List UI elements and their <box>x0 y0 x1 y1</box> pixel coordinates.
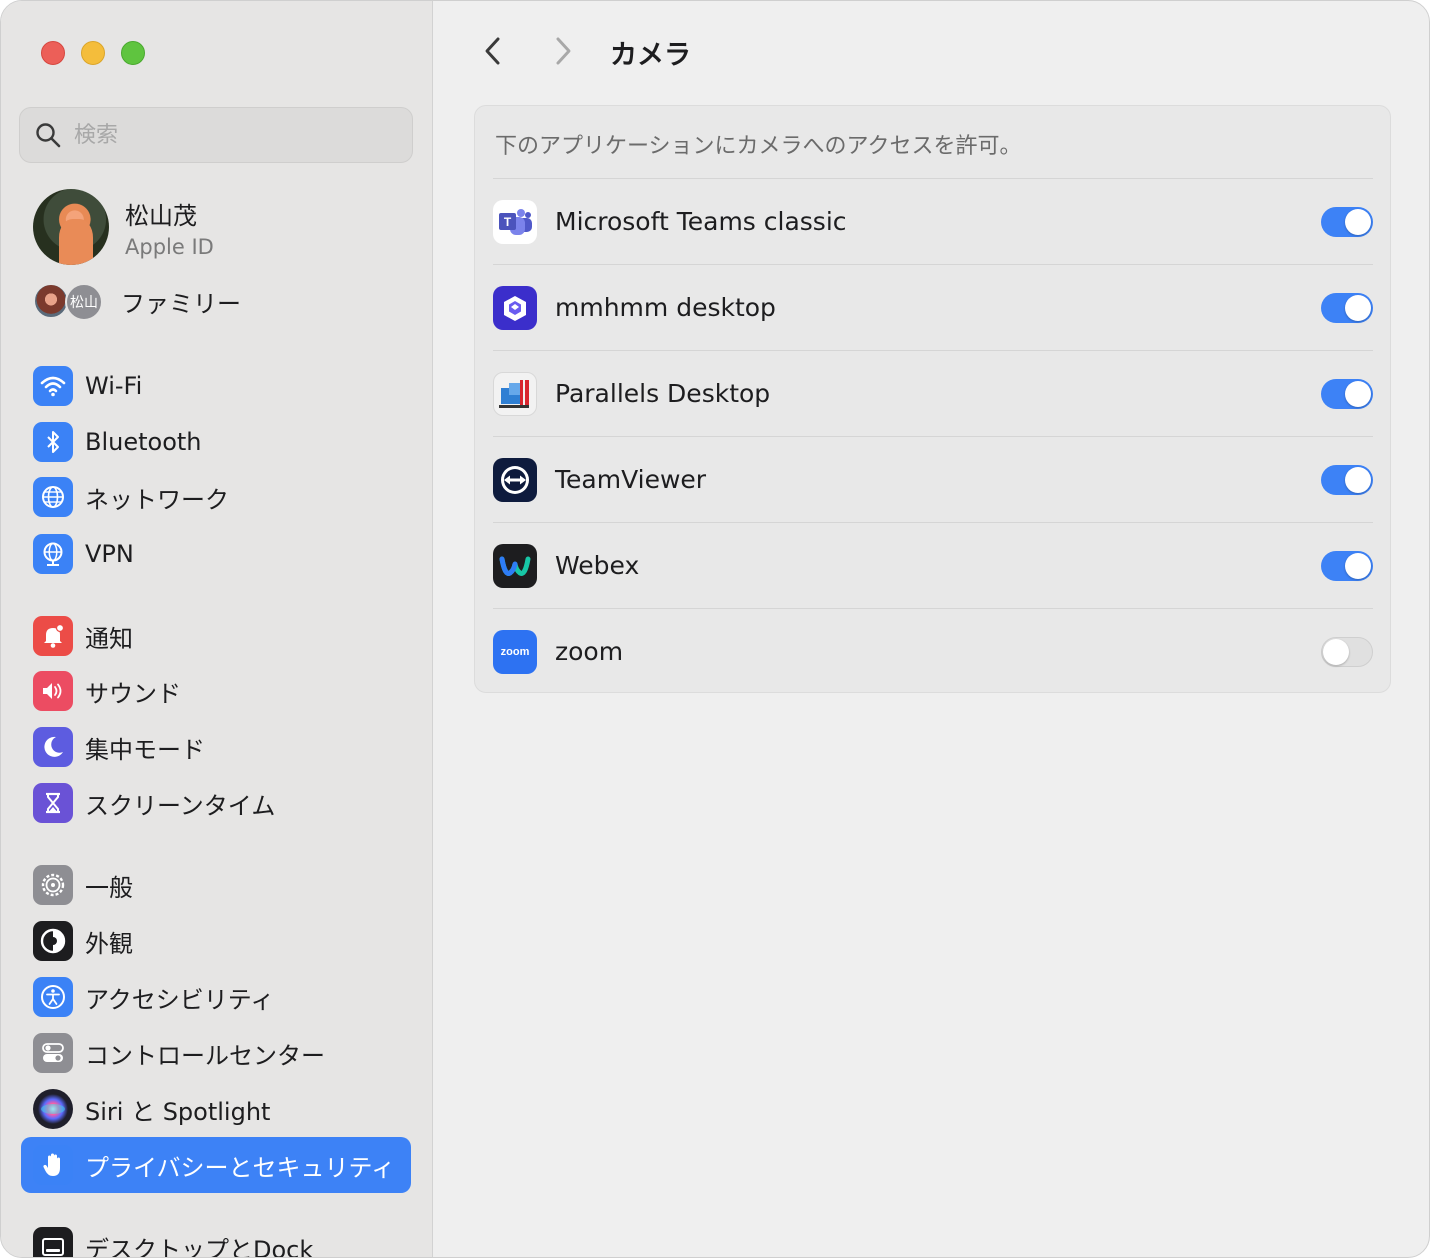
list-item: mmhmm desktop <box>493 264 1373 350</box>
sidebar-item-label: コントロールセンター <box>85 1041 325 1070</box>
back-chevron-icon[interactable] <box>478 31 508 71</box>
sidebar-item-appearance[interactable]: 外観 <box>21 913 411 969</box>
apple-id-profile[interactable]: 松山茂 Apple ID <box>33 189 214 265</box>
zoom-button[interactable] <box>121 41 145 65</box>
sidebar-item-label: デスクトップとDock <box>85 1235 314 1258</box>
siri-icon <box>33 1089 73 1129</box>
close-button[interactable] <box>41 41 65 65</box>
appearance-icon <box>33 921 73 961</box>
sidebar-item-label: 外観 <box>85 929 133 958</box>
list-item: TeamViewer <box>493 436 1373 522</box>
camera-access-panel: 下のアプリケーションにカメラへのアクセスを許可。 T Microsoft Tea… <box>474 105 1391 693</box>
speaker-icon <box>33 671 73 711</box>
wifi-icon <box>33 366 73 406</box>
search-input[interactable] <box>74 122 374 148</box>
sidebar-item-label: プライバシーとセキュリティ <box>85 1153 396 1182</box>
app-name: mmhmm desktop <box>555 293 776 322</box>
family-item[interactable]: 松山 ファミリー <box>33 281 241 321</box>
sidebar-item-label: アクセシビリティ <box>85 985 275 1014</box>
sidebar-item-label: サウンド <box>85 679 181 708</box>
globe-icon <box>33 477 73 517</box>
app-name: TeamViewer <box>555 465 707 494</box>
camera-toggle-parallels[interactable] <box>1321 378 1373 409</box>
sidebar-item-label: Bluetooth <box>85 428 202 456</box>
list-item: zoom zoom <box>493 608 1373 694</box>
avatar <box>33 189 109 265</box>
gear-icon <box>33 865 73 905</box>
control-center-icon <box>33 1033 73 1073</box>
sidebar-item-label: スクリーンタイム <box>85 791 276 820</box>
sidebar-item-vpn[interactable]: VPN <box>21 526 411 582</box>
sidebar-item-desktop-dock[interactable]: デスクトップとDock <box>21 1219 411 1258</box>
app-name: Parallels Desktop <box>555 379 771 408</box>
settings-window: 松山茂 Apple ID 松山 ファミリー Wi-Fi Bluetooth <box>0 0 1430 1258</box>
panel-description: 下のアプリケーションにカメラへのアクセスを許可。 <box>495 134 1022 159</box>
bell-icon <box>33 616 73 656</box>
list-item: Parallels Desktop <box>493 350 1373 436</box>
app-name: Microsoft Teams classic <box>555 207 847 236</box>
app-name: zoom <box>555 637 624 666</box>
sidebar-item-label: ネットワーク <box>85 485 229 514</box>
accessibility-icon <box>33 977 73 1017</box>
page-title: カメラ <box>610 40 691 71</box>
teamviewer-icon <box>493 457 537 502</box>
moon-icon <box>33 727 73 767</box>
vpn-globe-icon <box>33 534 73 574</box>
profile-name: 松山茂 <box>125 201 197 230</box>
mmhmm-icon <box>493 285 537 330</box>
sidebar-item-sound[interactable]: サウンド <box>21 663 411 719</box>
sidebar-item-label: 集中モード <box>85 735 205 764</box>
sidebar-item-notifications[interactable]: 通知 <box>21 608 411 664</box>
family-avatar-photo <box>33 283 69 319</box>
bluetooth-icon <box>33 422 73 462</box>
sidebar-item-general[interactable]: 一般 <box>21 857 411 913</box>
list-item: Webex <box>493 522 1373 608</box>
sidebar-item-bluetooth[interactable]: Bluetooth <box>21 414 411 470</box>
sidebar-item-focus[interactable]: 集中モード <box>21 719 411 775</box>
camera-toggle-teamviewer[interactable] <box>1321 464 1373 495</box>
parallels-icon <box>493 371 537 416</box>
camera-toggle-teams[interactable] <box>1321 206 1373 237</box>
sidebar: 松山茂 Apple ID 松山 ファミリー Wi-Fi Bluetooth <box>1 1 433 1258</box>
camera-toggle-webex[interactable] <box>1321 550 1373 581</box>
sidebar-item-label: VPN <box>85 540 134 568</box>
hourglass-icon <box>33 783 73 823</box>
dock-icon <box>33 1227 73 1257</box>
webex-icon <box>493 543 537 588</box>
forward-chevron-icon[interactable] <box>548 31 578 71</box>
sidebar-item-accessibility[interactable]: アクセシビリティ <box>21 969 411 1025</box>
sidebar-item-network[interactable]: ネットワーク <box>21 469 411 525</box>
search-field[interactable] <box>19 107 413 163</box>
sidebar-item-siri-spotlight[interactable]: Siri と Spotlight <box>21 1081 411 1137</box>
camera-toggle-mmhmm[interactable] <box>1321 292 1373 323</box>
minimize-button[interactable] <box>81 41 105 65</box>
zoom-icon: zoom <box>493 629 537 674</box>
family-avatars: 松山 <box>33 281 105 321</box>
sidebar-item-label: 一般 <box>85 873 133 902</box>
camera-toggle-zoom[interactable] <box>1321 636 1373 667</box>
sidebar-item-screen-time[interactable]: スクリーンタイム <box>21 775 411 831</box>
hand-icon <box>33 1145 73 1185</box>
sidebar-item-wifi[interactable]: Wi-Fi <box>21 358 411 414</box>
svg-text:T: T <box>504 215 512 229</box>
teams-icon: T <box>493 199 537 244</box>
sidebar-item-label: Wi-Fi <box>85 372 143 400</box>
app-name: Webex <box>555 551 640 580</box>
main-content: カメラ 下のアプリケーションにカメラへのアクセスを許可。 T Microsoft… <box>434 1 1429 1257</box>
window-controls <box>41 41 145 65</box>
sidebar-item-label: Siri と Spotlight <box>85 1097 271 1126</box>
sidebar-item-privacy-security[interactable]: プライバシーとセキュリティ <box>21 1137 411 1193</box>
sidebar-item-label: 通知 <box>85 624 133 653</box>
list-item: T Microsoft Teams classic <box>493 178 1373 264</box>
sidebar-item-control-center[interactable]: コントロールセンター <box>21 1025 411 1081</box>
profile-subtitle: Apple ID <box>125 234 214 259</box>
family-avatar-initials: 松山 <box>65 283 103 321</box>
search-icon <box>36 123 61 148</box>
family-label: ファミリー <box>121 289 241 318</box>
